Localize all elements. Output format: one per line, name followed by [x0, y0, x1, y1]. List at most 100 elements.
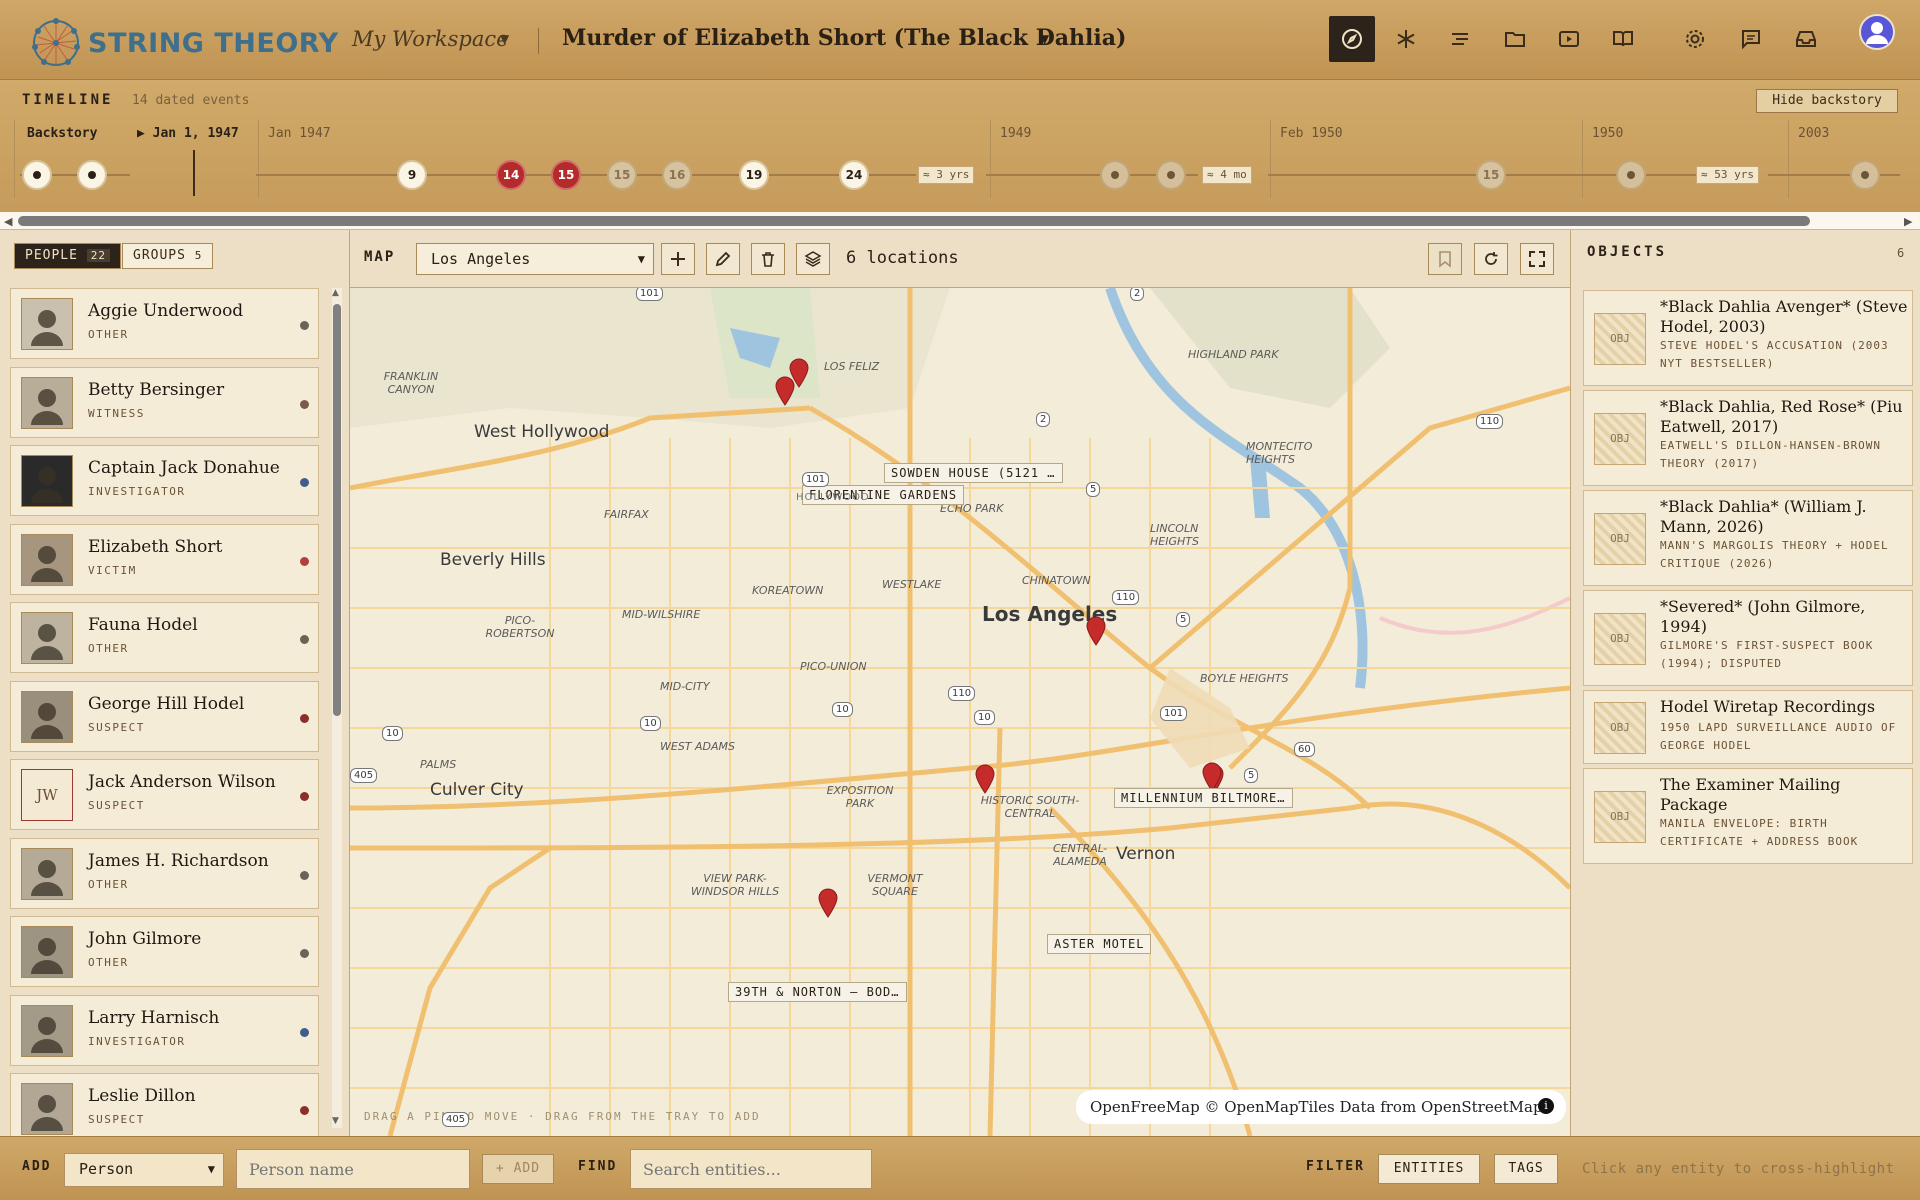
fullscreen-button[interactable]	[1520, 243, 1554, 275]
object-card[interactable]: OBJ *Black Dahlia* (William J. Mann, 2026…	[1583, 490, 1913, 586]
map-pin-icon	[818, 888, 838, 918]
person-portrait	[21, 847, 73, 900]
map-pin[interactable]	[974, 764, 996, 794]
map-pin-label[interactable]: SOWDEN HOUSE (5121 …	[884, 463, 1063, 483]
person-card[interactable]: JW Jack Anderson Wilson SUSPECT	[10, 759, 319, 830]
timeline-event[interactable]	[77, 160, 107, 190]
library-button[interactable]	[1600, 16, 1646, 62]
people-scrollbar[interactable]: ▲ ▼	[332, 288, 342, 1128]
map-pin[interactable]	[817, 888, 839, 918]
timeline-event[interactable]: 19	[739, 160, 769, 190]
search-input[interactable]	[630, 1149, 872, 1189]
scroll-right-icon[interactable]: ▶	[1904, 215, 1912, 228]
bookmark-button[interactable]	[1428, 243, 1462, 275]
timeline-event[interactable]: 16	[662, 160, 692, 190]
workspace-caret-icon[interactable]: ▼	[500, 32, 509, 46]
person-card[interactable]: Aggie Underwood OTHER	[10, 288, 319, 359]
timeline-event[interactable]: 24	[839, 160, 869, 190]
tab-groups[interactable]: GROUPS 5	[122, 243, 214, 269]
scrollbar-thumb[interactable]	[333, 304, 341, 716]
settings-button[interactable]	[1672, 16, 1718, 62]
map-pin-label[interactable]: 39TH & NORTON — BOD…	[728, 982, 907, 1002]
map-canvas[interactable]: West Hollywood Beverly Hills Culver City…	[350, 288, 1570, 1136]
reset-view-button[interactable]	[1474, 243, 1508, 275]
portrait-silhouette-icon	[31, 388, 63, 425]
timeline-event[interactable]	[1850, 160, 1880, 190]
media-button[interactable]	[1546, 16, 1592, 62]
person-portrait	[21, 926, 73, 978]
portrait-silhouette-icon	[31, 702, 63, 739]
tab-people[interactable]: PEOPLE 22	[14, 243, 122, 269]
entity-type-select[interactable]: Person ▼	[64, 1153, 224, 1187]
person-card[interactable]: John Gilmore OTHER	[10, 916, 319, 987]
list-button[interactable]	[1437, 16, 1483, 62]
scroll-left-icon[interactable]: ◀	[4, 215, 12, 228]
add-entity-button[interactable]: + ADD	[482, 1154, 554, 1184]
hide-backstory-button[interactable]: Hide backstory	[1756, 89, 1898, 113]
timeline-event[interactable]	[1156, 160, 1186, 190]
find-label: FIND	[578, 1159, 618, 1174]
add-location-button[interactable]	[661, 243, 695, 275]
inbox-button[interactable]	[1783, 16, 1829, 62]
object-card[interactable]: OBJ *Black Dahlia Avenger* (Steve Hodel, …	[1583, 290, 1913, 386]
scroll-up-icon[interactable]: ▲	[332, 288, 339, 298]
object-card[interactable]: OBJ *Black Dahlia, Red Rose* (Piu Eatwell…	[1583, 390, 1913, 486]
timeline-event[interactable]	[1616, 160, 1646, 190]
timeline-header-start: ▶ Jan 1, 1947	[137, 126, 239, 141]
timeline-divider	[1788, 120, 1789, 198]
object-card[interactable]: OBJ Hodel Wiretap Recordings 1950 LAPD SUR…	[1583, 690, 1913, 764]
timeline-header-2003: 2003	[1798, 126, 1830, 141]
files-button[interactable]	[1492, 16, 1538, 62]
person-card[interactable]: James H. Richardson OTHER	[10, 837, 319, 909]
map-attribution: OpenFreeMap © OpenMapTiles Data from Ope…	[1076, 1090, 1566, 1124]
scroll-down-icon[interactable]: ▼	[332, 1116, 339, 1126]
add-label: ADD	[22, 1159, 52, 1174]
portrait-silhouette-icon	[31, 467, 63, 503]
timeline-event[interactable]: 9	[397, 160, 427, 190]
timeline-axis	[1768, 174, 1900, 176]
person-card[interactable]: George Hill Hodel SUSPECT	[10, 680, 319, 752]
object-card[interactable]: OBJ *Severed* (John Gilmore, 1994) GILMORE…	[1583, 590, 1913, 686]
timeline-event[interactable]	[22, 160, 52, 190]
layers-button[interactable]	[796, 243, 830, 275]
scrollbar-thumb[interactable]	[18, 216, 1810, 226]
case-caret-icon[interactable]: ▼	[1040, 32, 1049, 46]
filter-tags-button[interactable]: TAGS	[1494, 1154, 1558, 1184]
person-card[interactable]: Fauna Hodel OTHER	[10, 602, 319, 673]
compass-button[interactable]	[1329, 16, 1375, 62]
user-avatar[interactable]	[1859, 14, 1895, 50]
city-select[interactable]: Los Angeles ▼	[416, 243, 654, 275]
timeline-event[interactable]	[1100, 160, 1130, 190]
portrait-silhouette-icon	[31, 545, 63, 582]
delete-location-button[interactable]	[751, 243, 785, 275]
map-pin-label[interactable]: ASTER MOTEL	[1047, 934, 1152, 954]
person-card[interactable]: Leslie Dillon SUSPECT	[10, 1073, 319, 1144]
timeline-label: TIMELINE	[22, 92, 114, 108]
timeline-event[interactable]: 14	[496, 160, 526, 190]
person-card[interactable]: Betty Bersinger WITNESS	[10, 366, 319, 438]
workspace-selector[interactable]: My Workspace	[352, 27, 509, 51]
map-pin[interactable]	[774, 376, 796, 406]
portrait-silhouette-icon	[31, 1095, 63, 1131]
timeline-divider	[258, 120, 259, 198]
comments-button[interactable]	[1728, 16, 1774, 62]
person-portrait: JW	[21, 769, 73, 821]
object-card[interactable]: OBJ The Examiner Mailing Package MANILA EN…	[1583, 768, 1913, 864]
person-card[interactable]: Captain Jack Donahue INVESTIGATOR	[10, 445, 319, 516]
graph-button[interactable]	[1383, 16, 1429, 62]
timeline-event[interactable]: 15	[551, 160, 581, 190]
filter-entities-button[interactable]: ENTITIES	[1378, 1154, 1480, 1184]
edit-location-button[interactable]	[706, 243, 740, 275]
info-icon[interactable]: i	[1538, 1098, 1554, 1114]
person-name-input[interactable]	[236, 1149, 470, 1189]
timeline-event[interactable]: 15	[1476, 160, 1506, 190]
person-role: SUSPECT	[88, 1113, 145, 1126]
timeline-scrollbar[interactable]: ◀ ▶	[0, 212, 1920, 230]
app-logo[interactable]: STRING THEORY	[30, 17, 339, 69]
map-pin[interactable]	[1085, 616, 1107, 646]
timeline-event[interactable]: 15	[607, 160, 637, 190]
person-card[interactable]: Larry Harnisch INVESTIGATOR	[10, 994, 319, 1066]
person-card[interactable]: Elizabeth Short VICTIM	[10, 523, 319, 595]
map-pin-label[interactable]: MILLENNIUM BILTMORE…	[1114, 788, 1293, 808]
highway-shield: 2	[1130, 288, 1145, 301]
